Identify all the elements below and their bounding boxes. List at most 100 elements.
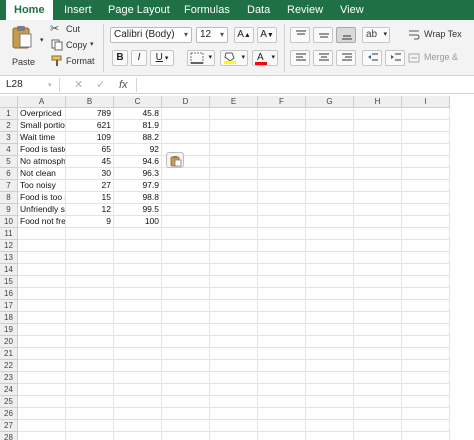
cell-d8[interactable] (162, 192, 210, 204)
cell-g27[interactable] (306, 420, 354, 432)
cell-i24[interactable] (402, 384, 450, 396)
cell-d26[interactable] (162, 408, 210, 420)
cell-e21[interactable] (210, 348, 258, 360)
underline-button[interactable]: U ▾ (150, 50, 174, 66)
row-header-15[interactable]: 15 (0, 276, 18, 288)
column-header-a[interactable]: A (18, 96, 66, 108)
cell-i23[interactable] (402, 372, 450, 384)
cell-a17[interactable] (18, 300, 66, 312)
cell-c24[interactable] (114, 384, 162, 396)
cell-a3[interactable]: Wait time (18, 132, 66, 144)
cell-e1[interactable] (210, 108, 258, 120)
cell-e24[interactable] (210, 384, 258, 396)
row-header-17[interactable]: 17 (0, 300, 18, 312)
align-right-button[interactable] (336, 50, 356, 66)
cell-f24[interactable] (258, 384, 306, 396)
column-header-e[interactable]: E (210, 96, 258, 108)
cancel-icon[interactable]: ✕ (74, 78, 83, 92)
cell-b8[interactable]: 15 (66, 192, 114, 204)
cell-i21[interactable] (402, 348, 450, 360)
tab-insert[interactable]: Insert (64, 0, 92, 20)
cell-e23[interactable] (210, 372, 258, 384)
cell-i8[interactable] (402, 192, 450, 204)
cell-c13[interactable] (114, 252, 162, 264)
cell-h19[interactable] (354, 324, 402, 336)
cell-b28[interactable] (66, 432, 114, 440)
cell-f15[interactable] (258, 276, 306, 288)
cell-a22[interactable] (18, 360, 66, 372)
cell-d13[interactable] (162, 252, 210, 264)
cell-a23[interactable] (18, 372, 66, 384)
borders-button[interactable]: ▾ (187, 50, 215, 66)
cell-c1[interactable]: 45.8 (114, 108, 162, 120)
row-header-8[interactable]: 8 (0, 192, 18, 204)
paste-options-button[interactable] (166, 152, 184, 168)
cell-a8[interactable]: Food is too s (18, 192, 66, 204)
cell-f20[interactable] (258, 336, 306, 348)
cell-f13[interactable] (258, 252, 306, 264)
row-header-10[interactable]: 10 (0, 216, 18, 228)
row-header-9[interactable]: 9 (0, 204, 18, 216)
cell-g9[interactable] (306, 204, 354, 216)
cell-c10[interactable]: 100 (114, 216, 162, 228)
cell-e17[interactable] (210, 300, 258, 312)
cell-b7[interactable]: 27 (66, 180, 114, 192)
cell-h8[interactable] (354, 192, 402, 204)
row-header-7[interactable]: 7 (0, 180, 18, 192)
cell-h27[interactable] (354, 420, 402, 432)
cell-a14[interactable] (18, 264, 66, 276)
cell-i4[interactable] (402, 144, 450, 156)
cell-f4[interactable] (258, 144, 306, 156)
cell-h18[interactable] (354, 312, 402, 324)
cell-d9[interactable] (162, 204, 210, 216)
cell-g25[interactable] (306, 396, 354, 408)
cell-c4[interactable]: 92 (114, 144, 162, 156)
cell-i2[interactable] (402, 120, 450, 132)
row-header-26[interactable]: 26 (0, 408, 18, 420)
row-header-28[interactable]: 28 (0, 432, 18, 440)
copy-dropdown-icon[interactable]: ▾ (90, 40, 94, 48)
align-bottom-button[interactable] (336, 27, 356, 43)
paste-dropdown-icon[interactable]: ▾ (40, 36, 44, 44)
cell-d28[interactable] (162, 432, 210, 440)
cell-b19[interactable] (66, 324, 114, 336)
cell-a1[interactable]: Overpriced (18, 108, 66, 120)
cell-d10[interactable] (162, 216, 210, 228)
cell-f19[interactable] (258, 324, 306, 336)
cell-e12[interactable] (210, 240, 258, 252)
cell-i6[interactable] (402, 168, 450, 180)
cell-h22[interactable] (354, 360, 402, 372)
row-header-23[interactable]: 23 (0, 372, 18, 384)
cell-i10[interactable] (402, 216, 450, 228)
cell-b3[interactable]: 109 (66, 132, 114, 144)
cell-e25[interactable] (210, 396, 258, 408)
cell-d15[interactable] (162, 276, 210, 288)
cell-d6[interactable] (162, 168, 210, 180)
cell-f2[interactable] (258, 120, 306, 132)
cell-h25[interactable] (354, 396, 402, 408)
cell-c2[interactable]: 81.9 (114, 120, 162, 132)
cell-i13[interactable] (402, 252, 450, 264)
cell-i12[interactable] (402, 240, 450, 252)
cell-c21[interactable] (114, 348, 162, 360)
cell-h10[interactable] (354, 216, 402, 228)
cell-c16[interactable] (114, 288, 162, 300)
cell-d23[interactable] (162, 372, 210, 384)
align-center-button[interactable] (313, 50, 333, 66)
cell-h20[interactable] (354, 336, 402, 348)
cell-f8[interactable] (258, 192, 306, 204)
cell-g4[interactable] (306, 144, 354, 156)
cell-c8[interactable]: 98.8 (114, 192, 162, 204)
cell-g20[interactable] (306, 336, 354, 348)
cell-i1[interactable] (402, 108, 450, 120)
cell-i27[interactable] (402, 420, 450, 432)
cell-d25[interactable] (162, 396, 210, 408)
column-header-i[interactable]: I (402, 96, 450, 108)
cell-d20[interactable] (162, 336, 210, 348)
cell-e13[interactable] (210, 252, 258, 264)
row-header-25[interactable]: 25 (0, 396, 18, 408)
cell-g28[interactable] (306, 432, 354, 440)
cell-d3[interactable] (162, 132, 210, 144)
cell-b5[interactable]: 45 (66, 156, 114, 168)
increase-indent-button[interactable] (385, 50, 405, 66)
